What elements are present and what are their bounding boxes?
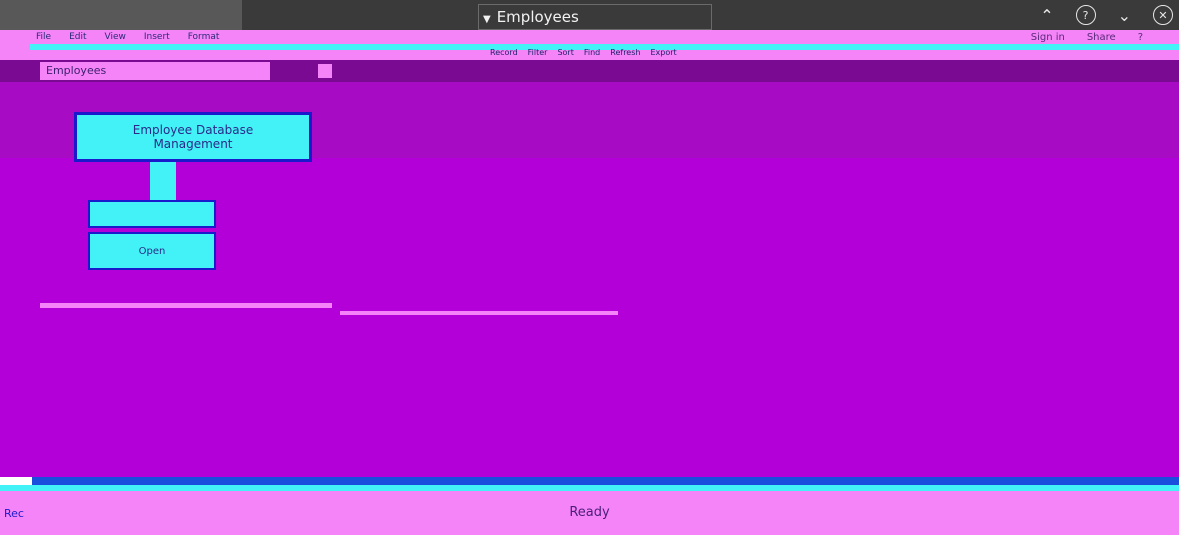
window-title: Employees [496,8,579,26]
menu-item-format[interactable]: Format [188,32,220,42]
logo-line-2: Management [153,137,233,151]
ribbon-toolbar: File Edit View Insert Format Record Filt… [0,30,1179,60]
window-controls: ⌃ ? ⌄ ✕ [1040,4,1173,26]
tab-close-icon[interactable] [318,64,332,78]
divider-right [340,311,618,315]
logo-card[interactable]: Employee Database Management [74,112,312,162]
ribbon-commands: Record Filter Sort Find Refresh Export [490,48,677,57]
sign-in-link[interactable]: Sign in [1031,32,1065,43]
status-bar: Rec Ready [0,491,1179,535]
help-link[interactable]: ? [1138,32,1143,43]
open-button[interactable]: Open [88,232,216,270]
ribbon-right: Sign in Share ? [1031,32,1143,43]
help-icon[interactable]: ? [1075,5,1096,25]
footer-border [32,477,1179,485]
share-button[interactable]: Share [1087,32,1116,43]
menu-item-insert[interactable]: Insert [144,32,170,42]
command-record[interactable]: Record [490,48,518,57]
command-sort[interactable]: Sort [557,48,573,57]
caret-down-icon: ▼ [483,14,491,25]
logo-line-1: Employee Database [132,123,254,137]
logo-stem [150,162,176,202]
menu-item-file[interactable]: File [36,32,51,42]
menu-item-edit[interactable]: Edit [69,32,86,42]
menu-item-view[interactable]: View [105,32,126,42]
command-find[interactable]: Find [584,48,600,57]
command-refresh[interactable]: Refresh [610,48,640,57]
breadcrumb[interactable]: Employees [40,62,270,80]
command-filter[interactable]: Filter [528,48,548,57]
title-bar: ▼ Employees ⌃ ? ⌄ ✕ [0,0,1179,30]
logo-base-top [88,200,216,228]
chevron-down-icon[interactable]: ⌄ [1118,6,1131,25]
divider-left [40,303,332,308]
command-export[interactable]: Export [650,48,676,57]
ribbon-menu: File Edit View Insert Format [36,32,219,42]
open-button-label: Open [138,245,166,257]
sub-header: Employees [0,60,1179,82]
left-tab[interactable] [0,0,242,30]
close-icon[interactable]: ✕ [1153,5,1173,25]
window-title-dropdown[interactable]: ▼ Employees [478,4,712,30]
chevron-up-icon[interactable]: ⌃ [1040,6,1053,25]
status-text: Ready [569,505,610,520]
